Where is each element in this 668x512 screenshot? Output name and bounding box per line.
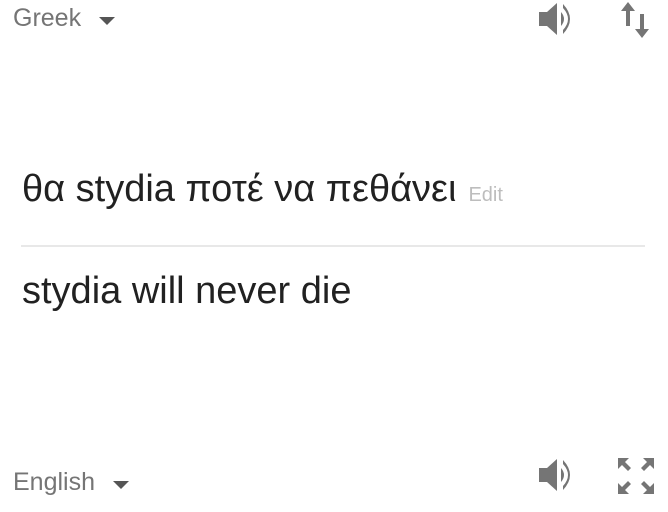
- target-speaker-button[interactable]: [534, 454, 580, 496]
- speaker-icon: [539, 459, 570, 491]
- source-language-select[interactable]: Greek: [13, 4, 116, 32]
- divider: [21, 245, 645, 247]
- edit-link[interactable]: Edit: [468, 184, 502, 207]
- translation-text: stydia will never die: [22, 270, 352, 312]
- dropdown-arrow-icon: [99, 16, 116, 25]
- dropdown-arrow-icon: [113, 480, 129, 489]
- source-text[interactable]: θα stydia ποτέ να πεθάνει: [22, 168, 456, 211]
- speaker-icon: [539, 3, 570, 35]
- fullscreen-button[interactable]: [612, 452, 660, 500]
- source-speaker-button[interactable]: [534, 0, 580, 38]
- source-text-row: θα stydia ποτέ να πεθάνει Edit: [22, 168, 503, 211]
- target-language-label: English: [13, 468, 95, 496]
- swap-languages-button[interactable]: [617, 0, 655, 40]
- target-language-select[interactable]: English: [13, 470, 129, 495]
- source-language-label: Greek: [13, 4, 82, 32]
- swap-languages-icon: [621, 2, 649, 38]
- fullscreen-icon: [618, 458, 654, 494]
